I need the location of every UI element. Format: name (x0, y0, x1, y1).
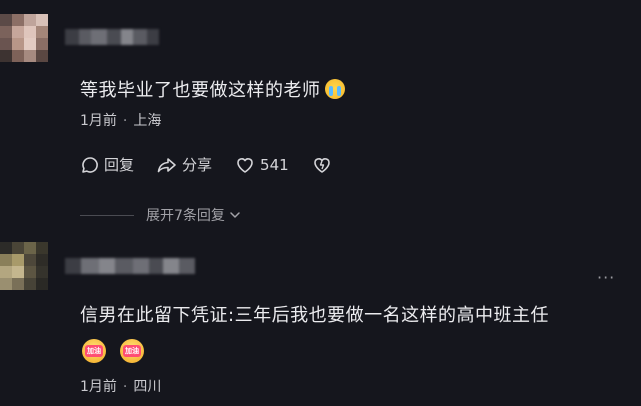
chat-bubble-icon (82, 156, 98, 173)
like-count: 541 (260, 155, 289, 174)
meta-separator: · (122, 113, 128, 129)
reply-label: 回复 (104, 156, 135, 174)
share-button[interactable]: 分享 (156, 154, 212, 175)
heart-icon (237, 157, 253, 173)
comment-location: 四川 (133, 379, 162, 395)
expand-replies-button[interactable]: 展开7条回复 (80, 205, 241, 225)
sticker-row: 加油 加油 (82, 339, 144, 363)
comment-time: 1月前 (80, 113, 117, 129)
cheer-sticker-icon: 加油 (82, 339, 106, 363)
share-arrow-icon (157, 157, 176, 172)
more-options-button[interactable]: ··· (597, 268, 615, 287)
comment-actions: 回复 分享 541 (80, 154, 359, 175)
share-label: 分享 (182, 156, 213, 174)
avatar[interactable] (0, 14, 48, 62)
broken-heart-icon (313, 157, 330, 173)
crying-emoji-icon (324, 79, 345, 99)
comment-text: 信男在此留下凭证:三年后我也要做一名这样的高中班主任 (80, 305, 550, 326)
chevron-down-icon (230, 212, 240, 218)
username-blurred[interactable] (65, 29, 159, 45)
comment-meta: 1月前 · 上海 (80, 110, 161, 130)
cheer-sticker-icon: 加油 (120, 339, 144, 363)
expand-replies-label: 展开7条回复 (146, 208, 225, 224)
like-button[interactable]: 541 (234, 155, 289, 175)
divider-line (80, 214, 134, 216)
avatar[interactable] (0, 242, 48, 290)
dislike-button[interactable] (311, 155, 337, 175)
sticker-label: 加油 (123, 345, 141, 357)
reply-button[interactable]: 回复 (80, 154, 134, 175)
comment-text: 等我毕业了也要做这样的老师 (80, 76, 345, 102)
comment-meta: 1月前 · 四川 (80, 376, 161, 396)
comment-location: 上海 (133, 113, 162, 129)
sticker-label: 加油 (85, 345, 103, 357)
meta-separator: · (122, 379, 128, 395)
username-blurred[interactable] (65, 258, 195, 274)
comment-time: 1月前 (80, 379, 117, 395)
